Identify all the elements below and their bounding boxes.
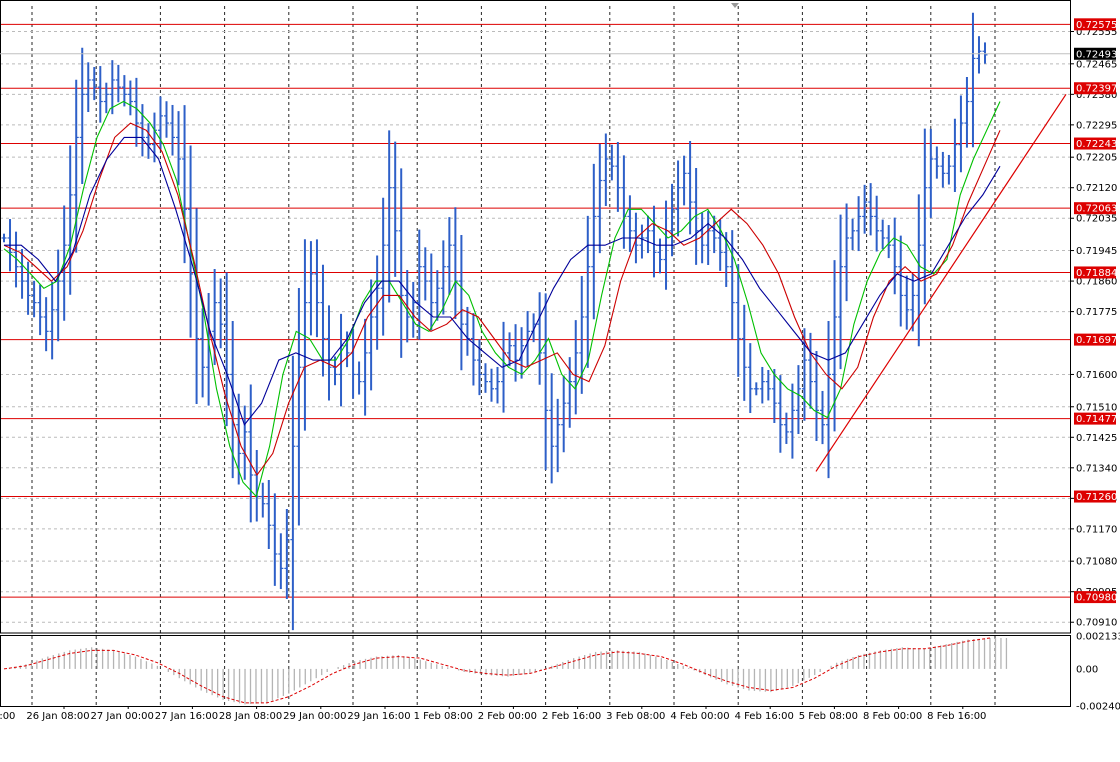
- time-tick-label: 4 Feb 00:00: [670, 711, 729, 722]
- level-tag: 0.71477: [1074, 412, 1117, 425]
- time-tick-label: 8 Feb 00:00: [863, 711, 922, 722]
- time-tick-label: 29 Jan 16:00: [347, 711, 410, 722]
- price-tick-label: 0.71080: [1076, 557, 1117, 568]
- price-tick-label: 0.71170: [1076, 524, 1117, 535]
- level-tag-label: 0.72063: [1076, 204, 1117, 215]
- level-tag-label: 0.72243: [1076, 139, 1117, 150]
- price-tick-label: 0.72465: [1076, 59, 1117, 70]
- chart-canvas[interactable]: 0.725550.724650.723800.722950.722050.721…: [0, 0, 1120, 758]
- level-tag-label: 0.71884: [1076, 268, 1117, 279]
- price-tick-label: 0.71510: [1076, 402, 1117, 413]
- price-tick-label: 0.72205: [1076, 153, 1117, 164]
- level-tag-label: 0.71477: [1076, 414, 1117, 425]
- time-tick-label: 8 Feb 16:00: [927, 711, 986, 722]
- oscillator-tick-label: 0.00: [1076, 664, 1098, 675]
- time-tick-label: 2 Feb 00:00: [478, 711, 537, 722]
- price-tick-label: 0.72120: [1076, 183, 1117, 194]
- current-price-label: 0.72493: [1076, 49, 1117, 60]
- level-tag-label: 0.72575: [1076, 20, 1117, 31]
- level-tag-label: 0.71697: [1076, 335, 1117, 346]
- level-tag: 0.70980: [1074, 591, 1117, 604]
- level-tag-label: 0.70980: [1076, 593, 1117, 604]
- time-tick-label: 28 Jan 08:00: [219, 711, 282, 722]
- level-tag-label: 0.72397: [1076, 84, 1117, 95]
- time-tick-label: 26 Jan 08:00: [26, 711, 89, 722]
- oscillator-tick-label: 0.002133: [1076, 631, 1120, 642]
- time-tick-label: 16:00: [0, 711, 15, 722]
- time-tick-label: 2 Feb 16:00: [542, 711, 601, 722]
- time-tick-label: 27 Jan 16:00: [155, 711, 218, 722]
- price-tick-label: 0.71340: [1076, 463, 1117, 474]
- level-tag: 0.72575: [1074, 18, 1117, 31]
- time-tick-label: 1 Feb 08:00: [414, 711, 473, 722]
- time-tick-label: 5 Feb 08:00: [799, 711, 858, 722]
- level-tag: 0.71884: [1074, 266, 1117, 279]
- price-tick-label: 0.71600: [1076, 370, 1117, 381]
- trading-chart[interactable]: 0.72555 0.72465 0.72380 0.72295 0.72205 0.721…: [0, 0, 1120, 758]
- level-tag: 0.72063: [1074, 202, 1117, 215]
- level-tag: 0.71697: [1074, 333, 1117, 346]
- current-price-tag: 0.72493: [1074, 47, 1117, 60]
- price-tick-label: 0.72295: [1076, 120, 1117, 131]
- time-tick-label: 29 Jan 00:00: [283, 711, 346, 722]
- price-tick-label: 0.70910: [1076, 618, 1117, 629]
- time-tick-label: 27 Jan 00:00: [91, 711, 154, 722]
- level-tag: 0.72243: [1074, 137, 1117, 150]
- price-tick-label: 0.71945: [1076, 246, 1117, 257]
- time-tick-label: 4 Feb 16:00: [735, 711, 794, 722]
- level-tag: 0.71260: [1074, 490, 1117, 503]
- price-tick-label: 0.72035: [1076, 214, 1117, 225]
- level-tag: 0.72397: [1074, 82, 1117, 95]
- oscillator-tick-label: -0.002401: [1076, 702, 1120, 713]
- price-tick-label: 0.71425: [1076, 433, 1117, 444]
- price-tick-label: 0.71775: [1076, 307, 1117, 318]
- time-tick-label: 3 Feb 08:00: [606, 711, 665, 722]
- level-tag-label: 0.71260: [1076, 492, 1117, 503]
